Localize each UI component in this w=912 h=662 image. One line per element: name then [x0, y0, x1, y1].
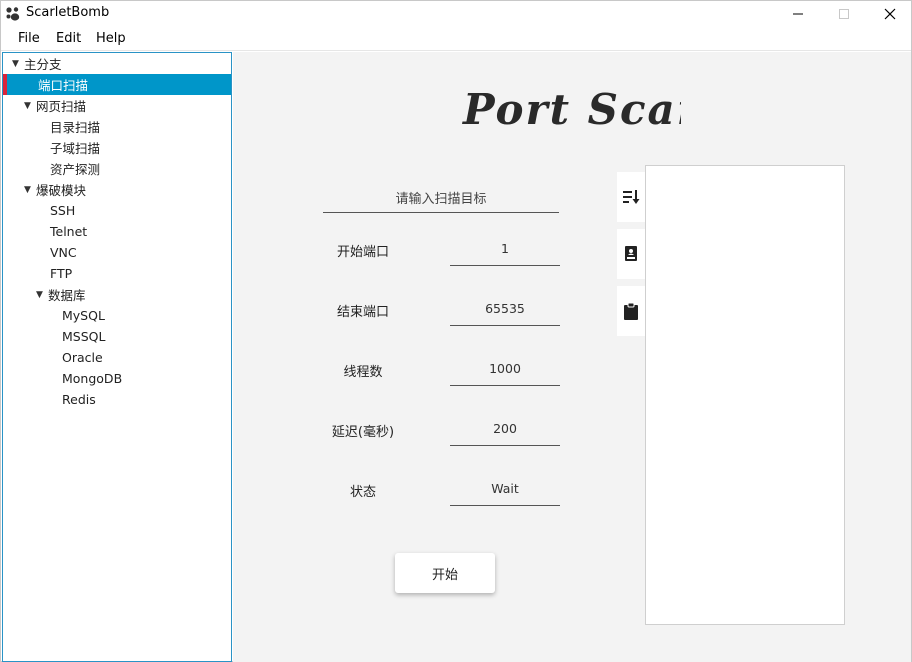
- clipboard-icon: [624, 302, 638, 320]
- window-title: ScarletBomb: [26, 5, 110, 20]
- page-title-text: Port Scan: [462, 85, 681, 134]
- tree-item-telnet[interactable]: Telnet: [3, 221, 231, 242]
- scan-results-panel[interactable]: [645, 165, 845, 625]
- start-port-underline: [450, 265, 560, 266]
- sort-button[interactable]: [617, 172, 645, 222]
- threads-underline: [450, 385, 560, 386]
- expand-arrow-icon[interactable]: ▼: [24, 101, 36, 111]
- scan-target-input[interactable]: 请输入扫描目标: [323, 188, 559, 207]
- start-port-input[interactable]: 1: [450, 241, 560, 256]
- delay-label: 延迟(毫秒): [331, 425, 395, 440]
- tree-item-label: 端口扫描: [38, 78, 89, 93]
- scan-target-underline: [323, 212, 559, 213]
- tree-item-label: 爆破模块: [36, 183, 87, 198]
- tree-item-label: 子域扫描: [50, 141, 101, 156]
- expand-arrow-icon[interactable]: ▼: [36, 290, 48, 300]
- tree-item-brute-force[interactable]: ▼ 爆破模块: [3, 179, 231, 200]
- threads-label: 线程数: [343, 365, 383, 380]
- tree-item-label: 主分支: [24, 57, 62, 72]
- tree-item-web-scan[interactable]: ▼ 网页扫描: [3, 95, 231, 116]
- tree-item-database[interactable]: ▼ 数据库: [3, 284, 231, 305]
- menu-file[interactable]: File: [18, 31, 40, 46]
- maximize-button[interactable]: [821, 1, 867, 27]
- status-underline: [450, 505, 560, 506]
- end-port-input[interactable]: 65535: [450, 301, 560, 316]
- tree-item-mssql[interactable]: MSSQL: [3, 326, 231, 347]
- page-title: Port Scan: [462, 85, 681, 134]
- delay-input[interactable]: 200: [450, 421, 560, 436]
- tree-item-mongodb[interactable]: MongoDB: [3, 368, 231, 389]
- menu-bar: File Edit Help: [1, 27, 911, 51]
- tree-item-label: VNC: [50, 245, 77, 260]
- tree-item-label: MSSQL: [62, 329, 106, 344]
- status-value: Wait: [491, 481, 519, 496]
- tree-item-oracle[interactable]: Oracle: [3, 347, 231, 368]
- minimize-icon: [793, 13, 803, 15]
- tree-item-label: SSH: [50, 203, 76, 218]
- title-bar[interactable]: ScarletBomb: [1, 1, 911, 27]
- tree-item-redis[interactable]: Redis: [3, 389, 231, 410]
- tree-item-label: 资产探测: [50, 162, 101, 177]
- tree-item-label: 网页扫描: [36, 99, 87, 114]
- sort-icon: [623, 190, 640, 204]
- navigation-tree: ▼ 主分支 端口扫描 ▼ 网页扫描 目录扫描 子域扫描 资产探测 ▼ 爆破模块 …: [2, 52, 232, 662]
- tree-item-dir-scan[interactable]: 目录扫描: [3, 116, 231, 137]
- tree-item-label: Oracle: [62, 350, 103, 365]
- tree-item-ftp[interactable]: FTP: [3, 263, 231, 284]
- paw-icon: [5, 6, 21, 22]
- close-icon: [884, 8, 896, 20]
- delay-underline: [450, 445, 560, 446]
- tree-item-label: 目录扫描: [50, 120, 101, 135]
- maximize-icon: [839, 9, 849, 19]
- tree-item-asset-discovery[interactable]: 资产探测: [3, 158, 231, 179]
- expand-arrow-icon[interactable]: ▼: [12, 59, 24, 69]
- app-window: ScarletBomb File Edit Help ▼ 主分支 端口扫描 ▼ …: [0, 0, 912, 662]
- tree-item-ssh[interactable]: SSH: [3, 200, 231, 221]
- threads-input[interactable]: 1000: [450, 361, 560, 376]
- tree-item-port-scan[interactable]: 端口扫描: [3, 74, 231, 95]
- clipboard-button[interactable]: [617, 286, 645, 336]
- tree-item-label: Redis: [62, 392, 96, 407]
- tree-item-label: MySQL: [62, 308, 105, 323]
- status-label: 状态: [349, 485, 376, 500]
- expand-arrow-icon[interactable]: ▼: [24, 185, 36, 195]
- start-port-label: 开始端口: [336, 245, 389, 260]
- book-button[interactable]: [617, 229, 645, 279]
- main-panel: Port Scan 请输入扫描目标 开始端口 1 结束端口 65535 线程数 …: [233, 52, 911, 662]
- start-button[interactable]: 开始: [395, 553, 495, 593]
- tree-item-label: MongoDB: [62, 371, 123, 386]
- menu-help[interactable]: Help: [96, 31, 126, 46]
- tree-item-subdomain-scan[interactable]: 子域扫描: [3, 137, 231, 158]
- end-port-underline: [450, 325, 560, 326]
- menu-edit[interactable]: Edit: [56, 31, 81, 46]
- tree-item-label: 数据库: [48, 288, 86, 303]
- tree-item-label: Telnet: [50, 224, 88, 239]
- end-port-label: 结束端口: [336, 305, 389, 320]
- tree-item-mysql[interactable]: MySQL: [3, 305, 231, 326]
- tree-item-main-branch[interactable]: ▼ 主分支: [3, 53, 231, 74]
- book-icon: [625, 246, 637, 261]
- tree-item-label: FTP: [50, 266, 73, 281]
- close-button[interactable]: [867, 1, 912, 27]
- tree-item-vnc[interactable]: VNC: [3, 242, 231, 263]
- minimize-button[interactable]: [775, 1, 821, 27]
